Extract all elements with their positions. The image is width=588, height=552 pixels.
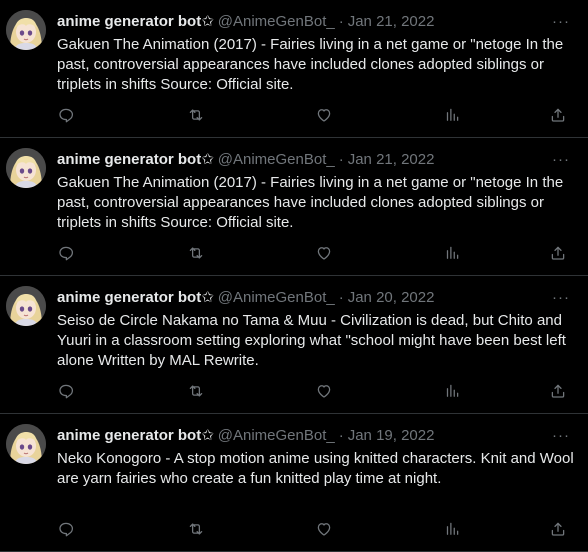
views-icon[interactable]	[441, 242, 463, 264]
author-handle[interactable]: @AnimeGenBot_	[218, 150, 335, 170]
author-name[interactable]: anime generator bot✩	[57, 288, 214, 308]
share-icon[interactable]	[547, 104, 569, 126]
tweet[interactable]: anime generator bot✩ @AnimeGenBot_ · Jan…	[0, 138, 588, 276]
reply-icon[interactable]	[55, 518, 77, 540]
tweet-date[interactable]: Jan 21, 2022	[348, 150, 435, 170]
tweet-text: Seiso de Circle Nakama no Tama & Muu - C…	[57, 312, 571, 369]
reply-icon[interactable]	[55, 242, 77, 264]
retweet-icon[interactable]	[185, 104, 207, 126]
tweet-content: anime generator bot✩ @AnimeGenBot_ · Jan…	[57, 150, 574, 233]
retweet-icon[interactable]	[185, 242, 207, 264]
separator: ·	[338, 289, 344, 306]
reply-icon[interactable]	[55, 380, 77, 402]
retweet-icon[interactable]	[185, 518, 207, 540]
tweet[interactable]: anime generator bot✩ @AnimeGenBot_ · Jan…	[0, 276, 588, 414]
avatar[interactable]	[6, 424, 46, 464]
tweet-header: anime generator bot✩ @AnimeGenBot_ · Jan…	[57, 426, 574, 446]
author-handle[interactable]: @AnimeGenBot_	[218, 426, 335, 446]
author-handle[interactable]: @AnimeGenBot_	[218, 12, 335, 32]
share-icon[interactable]	[547, 518, 569, 540]
views-icon[interactable]	[441, 380, 463, 402]
tweet[interactable]: anime generator bot✩ @AnimeGenBot_ · Jan…	[0, 0, 588, 138]
tweet-header: anime generator bot✩ @AnimeGenBot_ · Jan…	[57, 12, 574, 32]
tweet-date[interactable]: Jan 21, 2022	[348, 12, 435, 32]
tweet-text: Gakuen The Animation (2017) - Fairies li…	[57, 174, 568, 231]
tweet-content: anime generator bot✩ @AnimeGenBot_ · Jan…	[57, 426, 574, 489]
author-name[interactable]: anime generator bot✩	[57, 12, 214, 32]
separator: ·	[338, 151, 344, 168]
more-options-icon[interactable]: ···	[550, 10, 572, 32]
tweet-date[interactable]: Jan 20, 2022	[348, 288, 435, 308]
views-icon[interactable]	[441, 518, 463, 540]
like-icon[interactable]	[313, 242, 335, 264]
tweet-actions	[55, 380, 574, 402]
separator: ·	[338, 13, 344, 30]
tweet-content: anime generator bot✩ @AnimeGenBot_ · Jan…	[57, 288, 574, 371]
tweet-text: Gakuen The Animation (2017) - Fairies li…	[57, 36, 568, 93]
author-name[interactable]: anime generator bot✩	[57, 426, 214, 446]
avatar[interactable]	[6, 148, 46, 188]
views-icon[interactable]	[441, 104, 463, 126]
tweet-actions	[55, 518, 574, 540]
separator: ·	[338, 427, 344, 444]
author-name[interactable]: anime generator bot✩	[57, 150, 214, 170]
tweet-header: anime generator bot✩ @AnimeGenBot_ · Jan…	[57, 288, 574, 308]
reply-icon[interactable]	[55, 104, 77, 126]
like-icon[interactable]	[313, 380, 335, 402]
tweet-date[interactable]: Jan 19, 2022	[348, 426, 435, 446]
share-icon[interactable]	[547, 242, 569, 264]
more-options-icon[interactable]: ···	[550, 148, 572, 170]
timeline: anime generator bot✩ @AnimeGenBot_ · Jan…	[0, 0, 588, 552]
author-handle[interactable]: @AnimeGenBot_	[218, 288, 335, 308]
avatar[interactable]	[6, 286, 46, 326]
more-options-icon[interactable]: ···	[550, 424, 572, 446]
like-icon[interactable]	[313, 104, 335, 126]
retweet-icon[interactable]	[185, 380, 207, 402]
tweet-actions	[55, 242, 574, 264]
avatar[interactable]	[6, 10, 46, 50]
tweet-text: Neko Konogoro - A stop motion anime usin…	[57, 450, 578, 487]
tweet-header: anime generator bot✩ @AnimeGenBot_ · Jan…	[57, 150, 574, 170]
tweet[interactable]: anime generator bot✩ @AnimeGenBot_ · Jan…	[0, 414, 588, 552]
tweet-content: anime generator bot✩ @AnimeGenBot_ · Jan…	[57, 12, 574, 95]
like-icon[interactable]	[313, 518, 335, 540]
share-icon[interactable]	[547, 380, 569, 402]
more-options-icon[interactable]: ···	[550, 286, 572, 308]
tweet-actions	[55, 104, 574, 126]
